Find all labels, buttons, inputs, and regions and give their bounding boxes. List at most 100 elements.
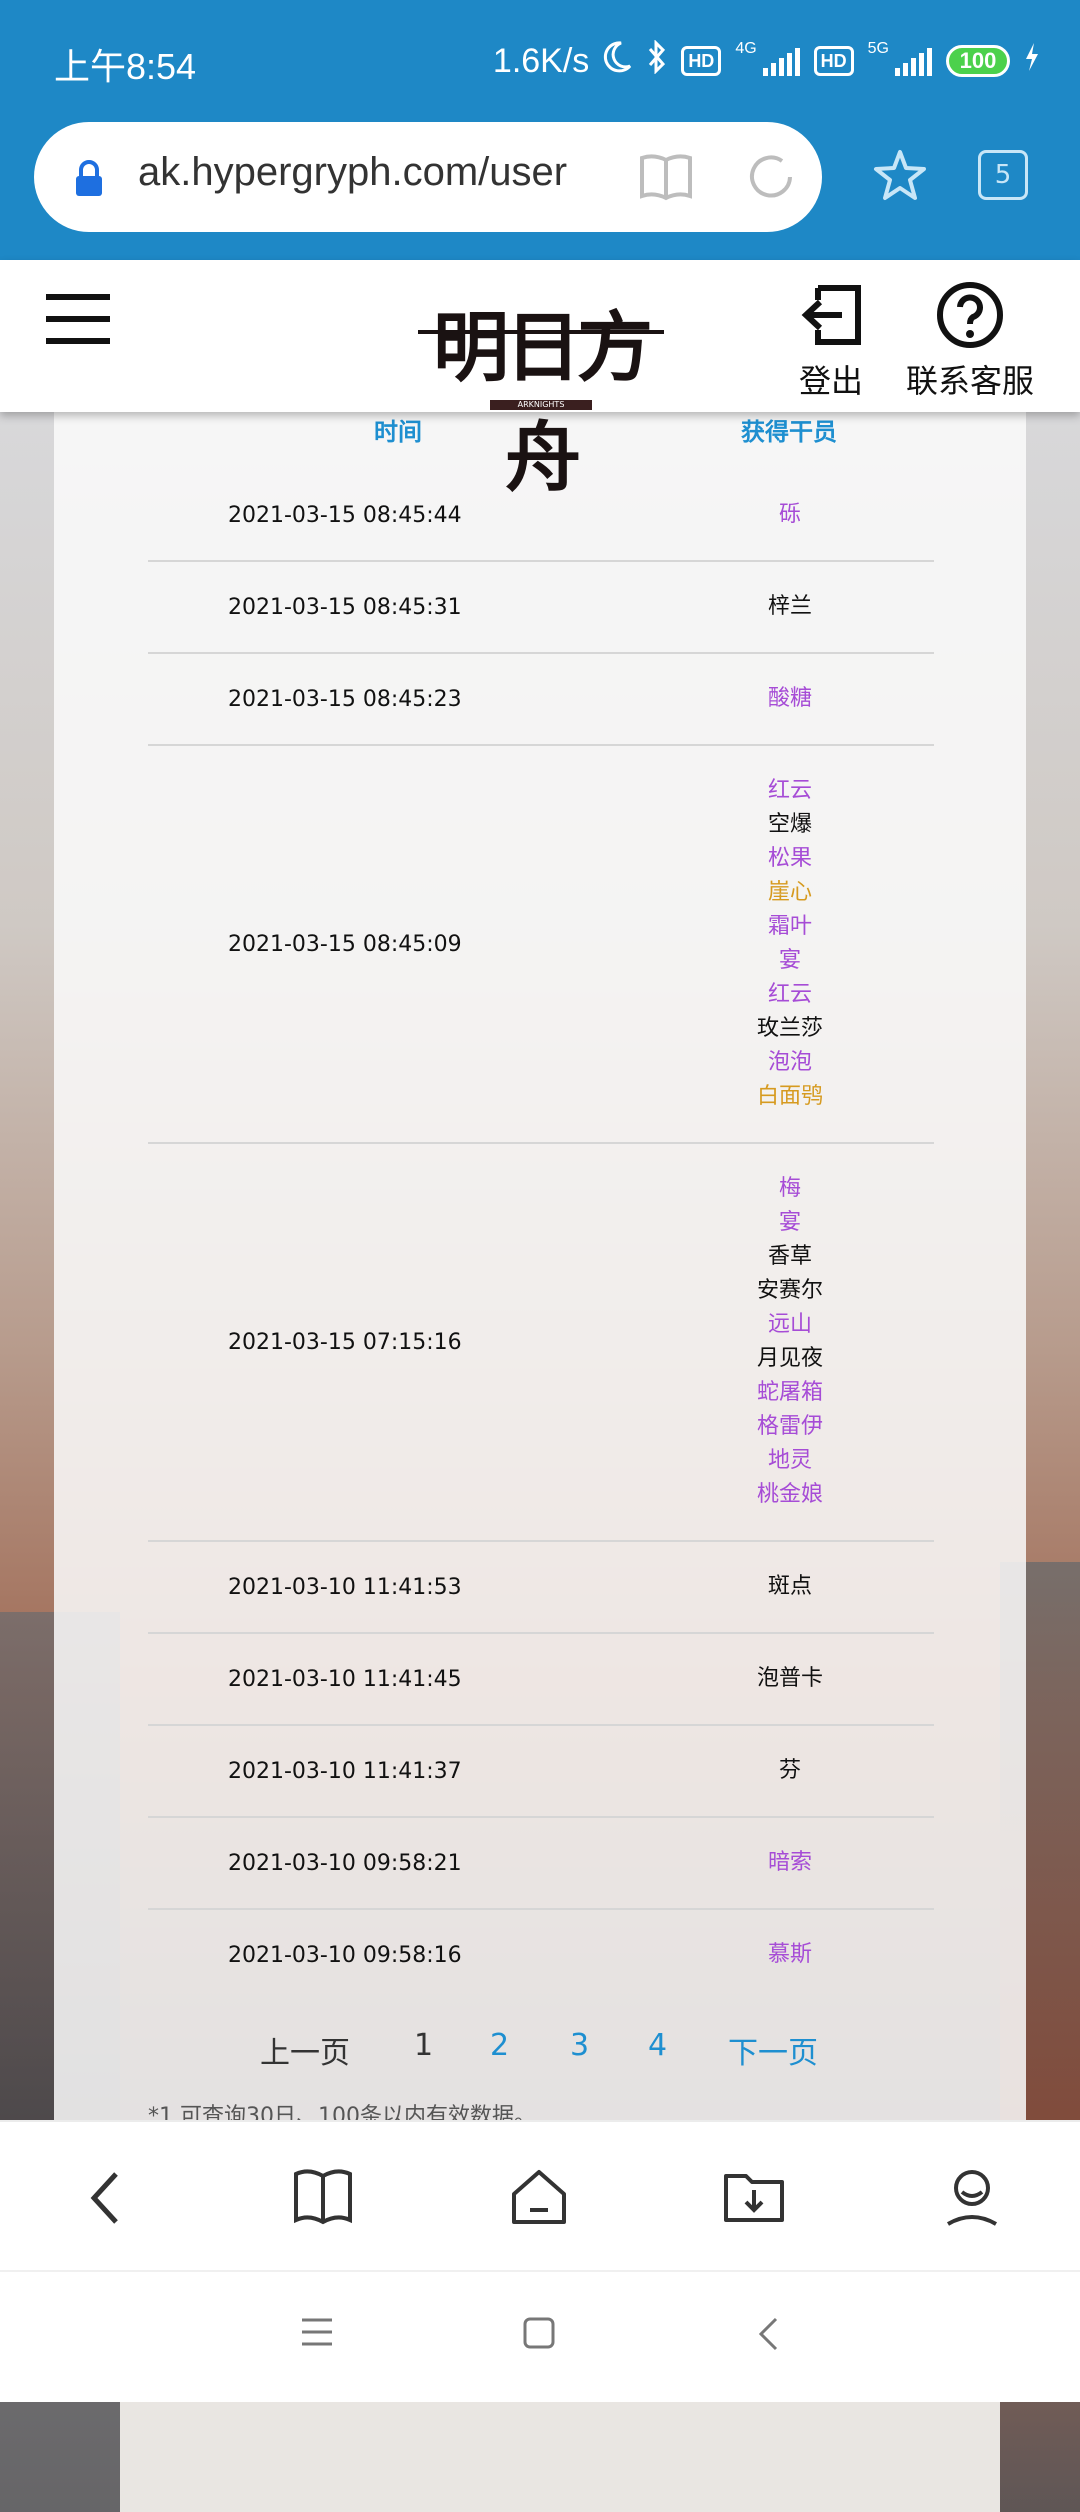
operator-name: 崖心	[767, 880, 812, 905]
operator-name: 白面鸮	[756, 1084, 823, 1109]
record-time: 2021-03-15 07:15:16	[228, 1329, 462, 1355]
record-time: 2021-03-15 08:45:44	[228, 502, 462, 528]
pagination: 上一页 1 2 3 4 下一页	[0, 2020, 1080, 2072]
reader-mode-icon[interactable]	[638, 152, 694, 206]
operator-name: 砾	[778, 502, 801, 527]
operator-name: 香草	[767, 1244, 812, 1269]
charging-icon	[1024, 42, 1040, 81]
profile-icon[interactable]	[942, 2166, 1002, 2232]
bookmarks-icon[interactable]	[292, 2166, 354, 2230]
support-button[interactable]: 联系客服	[906, 280, 1034, 402]
record-time: 2021-03-15 08:45:09	[228, 931, 462, 957]
page-4-button[interactable]: 4	[648, 2028, 667, 2063]
sim2-network: 5G	[867, 40, 889, 57]
signal-icon-2	[895, 46, 932, 76]
operator-list: 慕斯	[646, 1938, 934, 1972]
table-row: 2021-03-15 08:45:23 酸糖	[148, 654, 934, 746]
operator-list: 泡普卡	[646, 1662, 934, 1696]
operator-name: 梅	[778, 1176, 801, 1201]
operator-list: 梅宴香草 安赛尔 远山 月见夜 蛇屠箱 格雷伊 地灵 桃金娘	[646, 1172, 934, 1512]
operator-name: 芬	[778, 1758, 801, 1783]
logo-text: 明日方舟	[433, 303, 653, 502]
logout-icon	[801, 285, 861, 345]
operator-list: 梓兰	[646, 590, 934, 624]
table-row: 2021-03-10 09:58:21 暗索	[148, 1818, 934, 1910]
lock-icon	[74, 160, 104, 202]
arknights-logo[interactable]: 明日方舟 ARKNIGHTS	[418, 276, 664, 502]
page-2-button[interactable]: 2	[490, 2028, 509, 2063]
operator-name: 泡泡	[767, 1050, 812, 1075]
downloads-icon[interactable]	[722, 2166, 786, 2230]
records-table: 2021-03-15 08:45:44 砾 2021-03-15 08:45:31 梓…	[148, 470, 934, 2000]
table-row: 2021-03-15 07:15:16 梅宴香草 安赛尔 远山 月见夜 蛇屠箱 格雷伊 地灵桃…	[148, 1144, 934, 1542]
status-icons: 1.6K/s HD 4G HD 5G 100	[493, 38, 1040, 84]
table-row: 2021-03-15 08:45:09 红云 空爆 松果 崖心 霜叶宴红云 玫兰莎 泡泡 白面鸮	[148, 746, 934, 1144]
menu-icon[interactable]	[46, 294, 110, 360]
operator-list: 斑点	[646, 1570, 934, 1604]
hd-badge-1: HD	[681, 46, 722, 76]
logout-label: 登出	[798, 362, 863, 400]
help-icon	[937, 282, 1003, 348]
url-bar[interactable]: ak.hypergryph.com/user	[34, 122, 822, 232]
operator-name: 宴	[778, 1210, 801, 1235]
page-1-button[interactable]: 1	[414, 2028, 433, 2063]
page-3-button[interactable]: 3	[570, 2028, 589, 2063]
status-time: 上午8:54	[54, 46, 197, 87]
browser-top-chrome: 上午8:54 1.6K/s HD 4G HD 5G 100 ak.hypergr…	[0, 0, 1080, 260]
record-time: 2021-03-10 11:41:53	[228, 1574, 462, 1600]
network-speed: 1.6K/s	[492, 41, 590, 80]
logout-button[interactable]: 登出	[796, 280, 866, 402]
support-label: 联系客服	[906, 362, 1035, 400]
url-text[interactable]: ak.hypergryph.com/user	[138, 150, 567, 195]
next-page-button[interactable]: 下一页	[728, 2028, 818, 2072]
operator-name: 斑点	[767, 1574, 812, 1599]
operator-name: 酸糖	[767, 686, 812, 711]
operator-list: 酸糖	[646, 682, 934, 716]
battery-icon: 100	[946, 45, 1010, 77]
table-row: 2021-03-10 11:41:45 泡普卡	[148, 1634, 934, 1726]
column-operators: 获得干员	[741, 418, 837, 446]
system-home-icon[interactable]	[522, 2316, 556, 2354]
operator-name: 霜叶	[767, 914, 812, 939]
operator-list: 芬	[646, 1754, 934, 1788]
signal-icon-1	[762, 46, 800, 76]
back-icon[interactable]	[84, 2166, 128, 2234]
system-back-icon[interactable]	[756, 2316, 780, 2356]
moon-icon	[603, 40, 633, 83]
table-row: 2021-03-10 11:41:53 斑点	[148, 1542, 934, 1634]
tab-switcher-button[interactable]: 5	[978, 150, 1028, 200]
record-time: 2021-03-10 09:58:21	[228, 1850, 462, 1876]
operator-name: 松果	[767, 846, 812, 871]
table-row: 2021-03-15 08:45:31 梓兰	[148, 562, 934, 654]
record-time: 2021-03-10 09:58:16	[228, 1942, 462, 1968]
operator-name: 暗索	[767, 1850, 812, 1875]
system-nav-bar	[0, 2270, 1080, 2402]
bluetooth-icon	[647, 38, 667, 83]
sim1-network: 4G	[735, 40, 757, 57]
operator-name: 梓兰	[767, 594, 812, 619]
record-time: 2021-03-10 11:41:37	[228, 1758, 462, 1784]
operator-name: 月见夜	[756, 1346, 823, 1371]
table-row: 2021-03-10 09:58:16 慕斯	[148, 1910, 934, 2000]
logo-subtitle: ARKNIGHTS	[490, 400, 592, 410]
operator-list: 红云 空爆 松果 崖心 霜叶宴红云 玫兰莎 泡泡 白面鸮	[646, 774, 934, 1114]
operator-name: 格雷伊	[756, 1414, 823, 1439]
operator-name: 红云	[767, 982, 812, 1007]
record-time: 2021-03-15 08:45:23	[228, 686, 462, 712]
status-bar: 上午8:54 1.6K/s HD 4G HD 5G 100	[0, 0, 1080, 120]
operator-name: 桃金娘	[756, 1482, 823, 1507]
operator-name: 泡普卡	[756, 1666, 823, 1691]
bookmark-star-icon[interactable]	[872, 148, 928, 206]
operator-name: 玫兰莎	[756, 1016, 823, 1041]
recent-apps-icon[interactable]	[300, 2316, 334, 2352]
column-time: 时间	[374, 418, 422, 446]
operator-list: 暗索	[646, 1846, 934, 1880]
operator-name: 远山	[767, 1312, 812, 1337]
home-icon[interactable]	[508, 2166, 570, 2232]
prev-page-button[interactable]: 上一页	[260, 2028, 350, 2072]
record-time: 2021-03-10 11:41:45	[228, 1666, 462, 1692]
reload-icon[interactable]	[746, 152, 796, 206]
table-row: 2021-03-10 11:41:37 芬	[148, 1726, 934, 1818]
operator-name: 地灵	[767, 1448, 812, 1473]
operator-list: 砾	[646, 498, 934, 532]
